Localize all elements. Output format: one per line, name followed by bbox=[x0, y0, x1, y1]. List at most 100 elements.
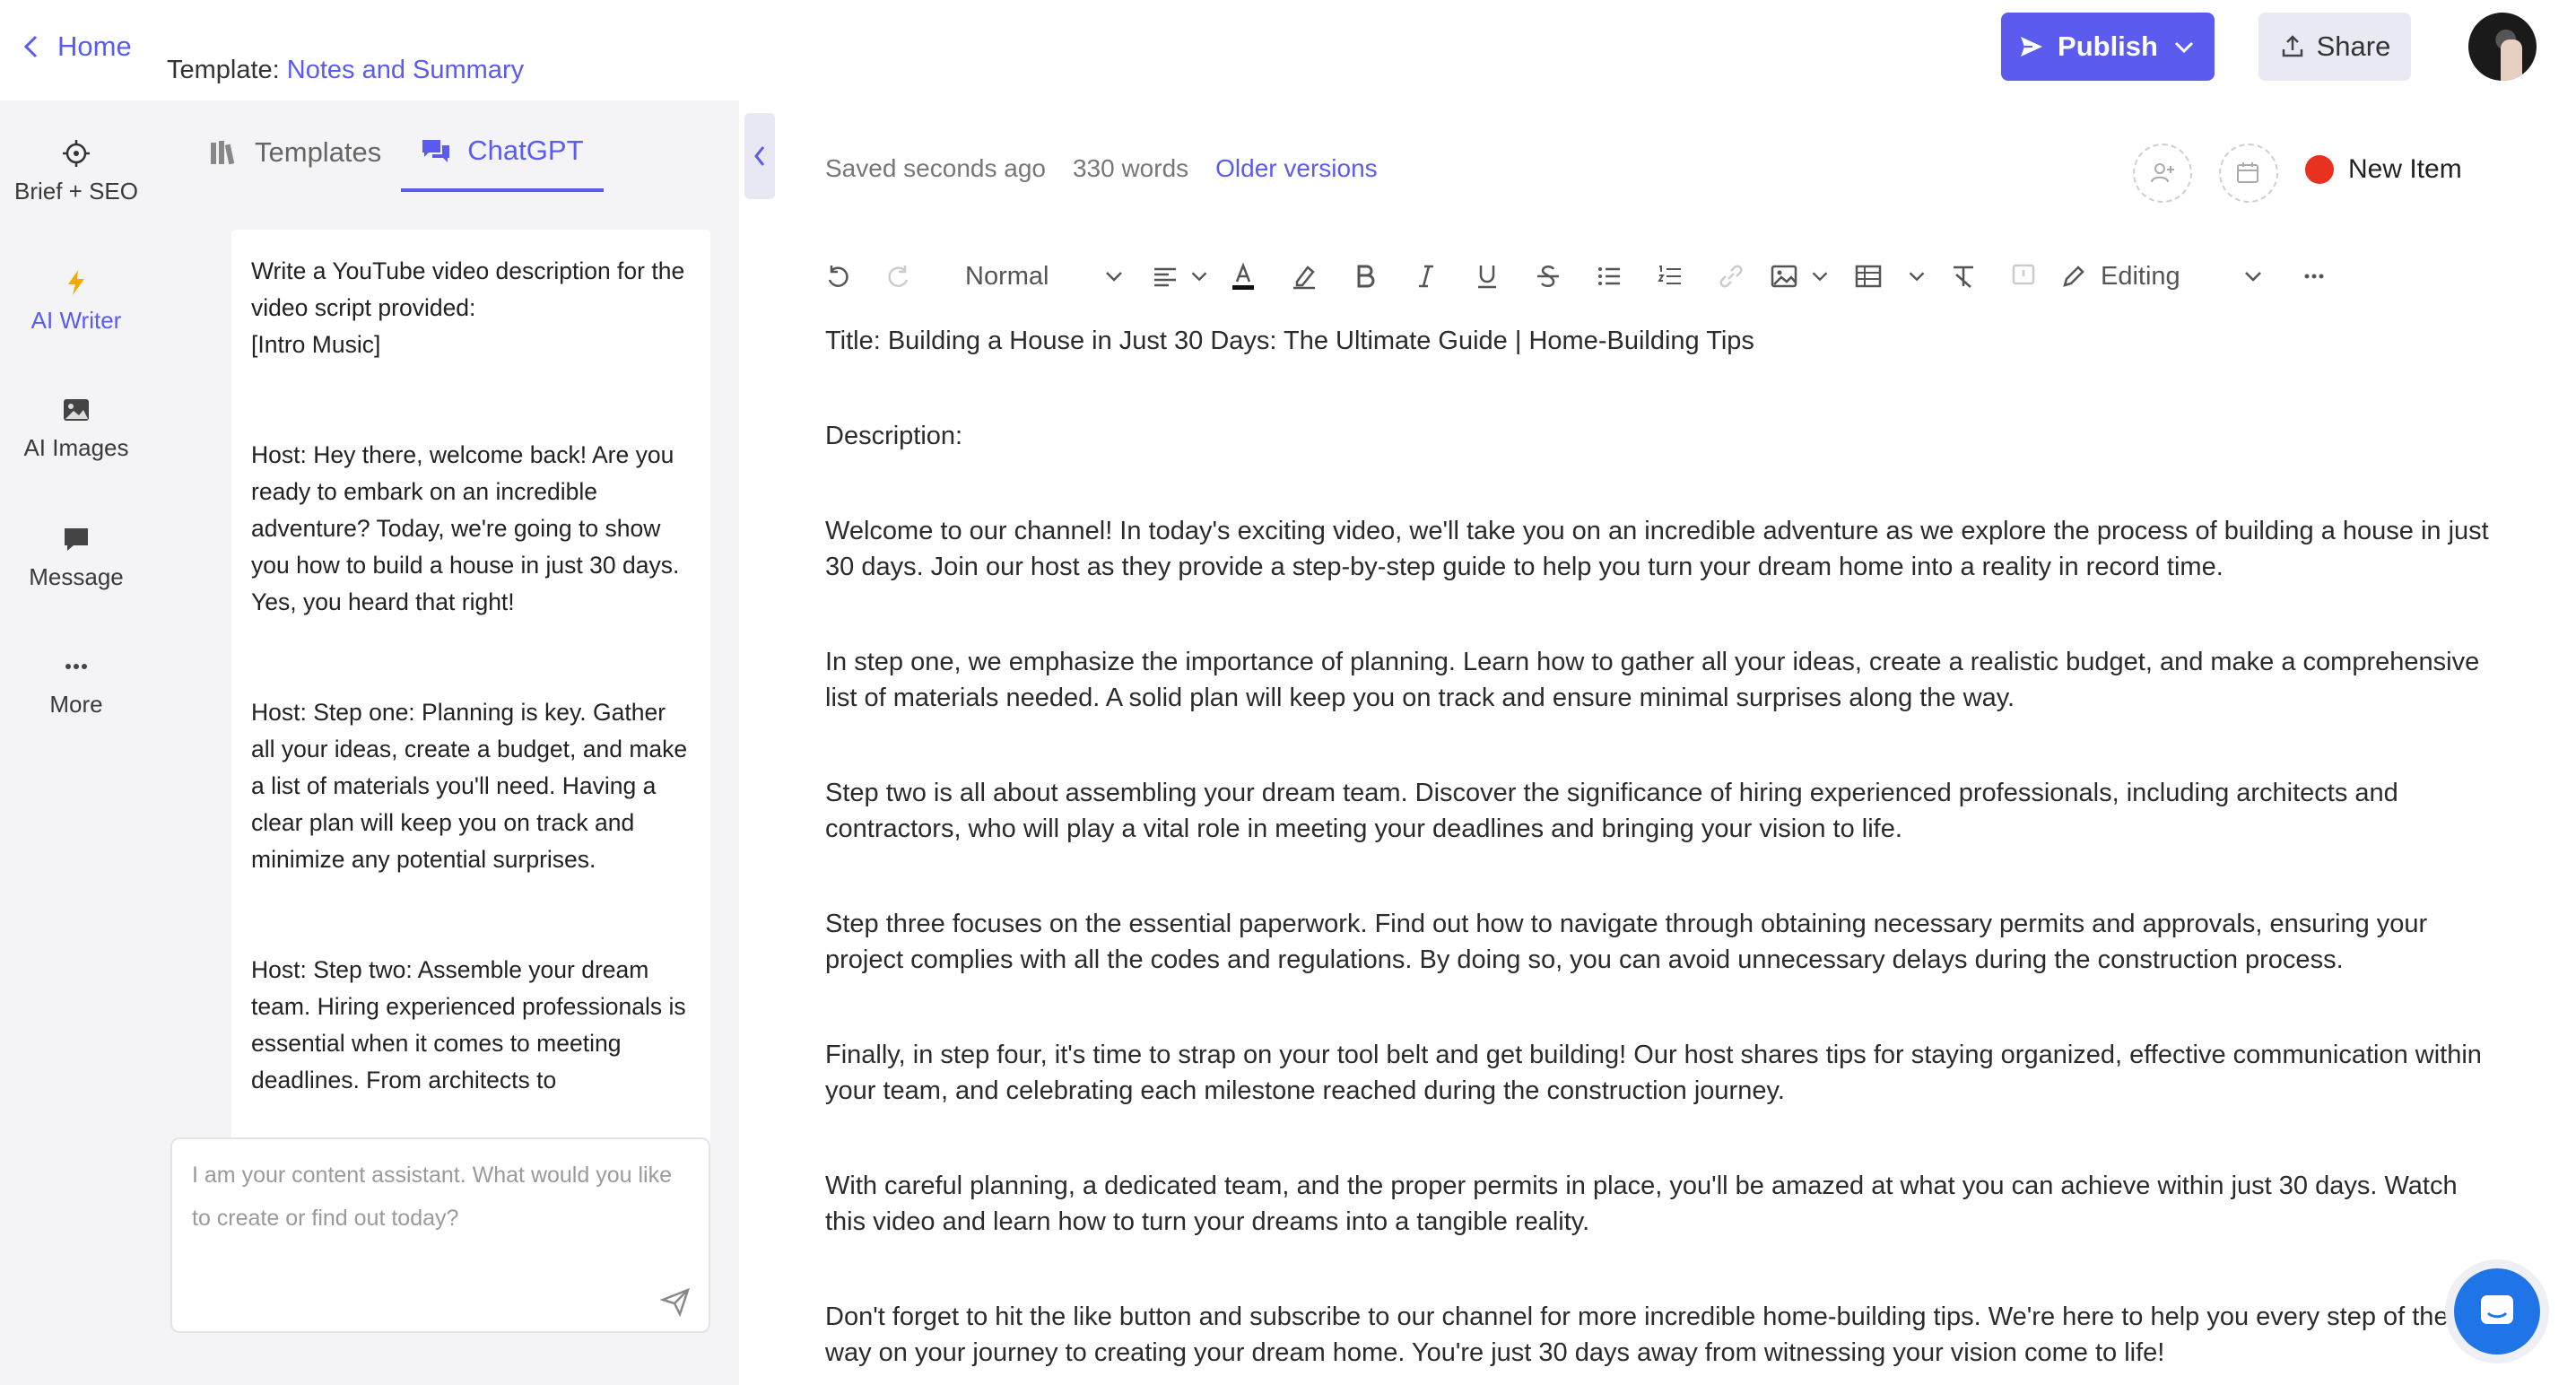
comment-icon bbox=[2012, 264, 2035, 285]
link-button[interactable] bbox=[1701, 251, 1762, 301]
formatting-toolbar: Normal Editing bbox=[807, 244, 2556, 309]
template-prefix: Template: bbox=[167, 56, 280, 84]
link-icon bbox=[1719, 265, 1743, 288]
publish-button[interactable]: Publish bbox=[2001, 13, 2215, 81]
text-color-button[interactable] bbox=[1213, 251, 1274, 301]
collapse-panel-button[interactable] bbox=[744, 113, 775, 199]
template-breadcrumb: Template: Notes and Summary bbox=[167, 56, 524, 85]
status-label: New Item bbox=[2348, 154, 2462, 184]
insert-image-button[interactable] bbox=[1762, 251, 1806, 301]
more-dots-icon bbox=[2304, 274, 2324, 279]
target-icon bbox=[63, 140, 90, 167]
chevron-down-icon bbox=[2245, 272, 2261, 282]
clear-format-icon bbox=[1954, 266, 1973, 288]
nav-label: More bbox=[49, 691, 103, 718]
doc-paragraph: Welcome to our channel! In today's excit… bbox=[825, 517, 2489, 581]
chat-input[interactable] bbox=[192, 1154, 689, 1279]
text-color-icon bbox=[1232, 262, 1254, 290]
nav-label: Brief + SEO bbox=[14, 178, 138, 205]
books-icon bbox=[211, 141, 235, 165]
chevron-down-icon bbox=[2174, 41, 2194, 54]
chevron-down-icon bbox=[1812, 272, 1828, 282]
send-icon bbox=[2021, 37, 2043, 57]
doc-paragraph: Description: bbox=[825, 422, 963, 450]
tab-templates[interactable]: Templates bbox=[188, 135, 401, 192]
document-editor: Saved seconds ago 330 words Older versio… bbox=[780, 100, 2576, 1385]
italic-button[interactable] bbox=[1396, 251, 1457, 301]
bullet-list-icon bbox=[1598, 267, 1620, 285]
chevron-left-icon bbox=[754, 146, 765, 166]
align-dropdown[interactable] bbox=[1186, 251, 1213, 301]
strikethrough-button[interactable] bbox=[1518, 251, 1579, 301]
table-dropdown[interactable] bbox=[1903, 251, 1930, 301]
undo-icon bbox=[828, 266, 849, 287]
tab-label: Templates bbox=[255, 136, 382, 168]
editing-mode-select[interactable]: Editing bbox=[2050, 251, 2284, 301]
chevron-down-icon bbox=[1909, 272, 1925, 282]
image-dropdown[interactable] bbox=[1806, 251, 1833, 301]
home-link[interactable]: Home bbox=[20, 30, 132, 63]
bold-button[interactable] bbox=[1335, 251, 1396, 301]
saved-status: Saved seconds ago bbox=[825, 154, 1046, 182]
nav-item-brief-seo[interactable]: Brief + SEO bbox=[0, 138, 152, 205]
paragraph-style-select[interactable]: Normal bbox=[929, 251, 1144, 301]
panel-tabs: Templates ChatGPT bbox=[188, 135, 604, 192]
doc-paragraph: Step two is all about assembling your dr… bbox=[825, 779, 2398, 843]
doc-paragraph: Step three focuses on the essential pape… bbox=[825, 910, 2428, 974]
chat-message: Host: Step one: Planning is key. Gather … bbox=[251, 699, 688, 873]
strikethrough-icon bbox=[1537, 266, 1559, 287]
send-icon[interactable] bbox=[660, 1286, 691, 1317]
image-icon bbox=[64, 399, 89, 421]
chat-history[interactable]: Write a YouTube video description for th… bbox=[231, 230, 710, 1236]
add-user-icon bbox=[2151, 163, 2174, 183]
template-name-link[interactable]: Notes and Summary bbox=[287, 56, 524, 84]
assign-user-button[interactable] bbox=[2133, 144, 2192, 203]
highlight-button[interactable] bbox=[1274, 251, 1335, 301]
highlighter-icon bbox=[1293, 266, 1315, 290]
underline-button[interactable] bbox=[1457, 251, 1518, 301]
item-status[interactable]: New Item bbox=[2305, 154, 2462, 185]
doc-paragraph: Finally, in step four, it's time to stra… bbox=[825, 1041, 2482, 1105]
publish-label: Publish bbox=[2058, 30, 2158, 62]
older-versions-link[interactable]: Older versions bbox=[1215, 154, 1378, 183]
document-body[interactable]: Title: Building a House in Just 30 Days:… bbox=[825, 323, 2493, 1385]
align-button[interactable] bbox=[1144, 251, 1186, 301]
schedule-button[interactable] bbox=[2219, 144, 2278, 203]
chat-bubble-icon bbox=[2481, 1295, 2513, 1324]
bullet-list-button[interactable] bbox=[1579, 251, 1640, 301]
more-dots-icon bbox=[65, 664, 87, 669]
nav-item-ai-writer[interactable]: AI Writer bbox=[0, 267, 152, 335]
home-label: Home bbox=[57, 30, 132, 62]
doc-paragraph: Don't forget to hit the like button and … bbox=[825, 1302, 2449, 1367]
comment-button[interactable] bbox=[1997, 251, 2050, 301]
numbered-list-button[interactable] bbox=[1640, 251, 1701, 301]
nav-item-ai-images[interactable]: AI Images bbox=[0, 395, 152, 462]
document-meta: Saved seconds ago 330 words Older versio… bbox=[825, 154, 1378, 183]
table-icon bbox=[1855, 265, 1882, 288]
nav-label: Message bbox=[29, 563, 124, 590]
chat-message: Write a YouTube video description for th… bbox=[251, 257, 685, 358]
doc-paragraph: In step one, we emphasize the importance… bbox=[825, 648, 2480, 712]
chevron-down-icon bbox=[1191, 272, 1207, 282]
status-dot bbox=[2305, 155, 2334, 184]
nav-item-more[interactable]: More bbox=[0, 651, 152, 719]
tab-label: ChatGPT bbox=[467, 135, 584, 166]
undo-button[interactable] bbox=[807, 251, 868, 301]
redo-button[interactable] bbox=[868, 251, 929, 301]
insert-table-button[interactable] bbox=[1833, 251, 1903, 301]
paragraph-style-value: Normal bbox=[965, 261, 1049, 291]
avatar[interactable] bbox=[2468, 13, 2537, 81]
doc-title-line: Title: Building a House in Just 30 Days:… bbox=[825, 327, 1754, 355]
support-chat-button[interactable] bbox=[2454, 1268, 2540, 1355]
tab-chatgpt[interactable]: ChatGPT bbox=[401, 135, 604, 192]
share-button[interactable]: Share bbox=[2258, 13, 2411, 81]
more-options-button[interactable] bbox=[2284, 251, 2345, 301]
chevron-left-icon bbox=[23, 35, 38, 58]
clear-format-button[interactable] bbox=[1930, 251, 1997, 301]
nav-item-message[interactable]: Message bbox=[0, 524, 152, 591]
pencil-icon bbox=[2063, 266, 2084, 287]
word-count: 330 words bbox=[1072, 154, 1189, 182]
chat-message: Host: Step two: Assemble your dream team… bbox=[251, 956, 686, 1093]
bold-icon bbox=[1357, 265, 1375, 288]
editing-mode-value: Editing bbox=[2101, 261, 2180, 291]
